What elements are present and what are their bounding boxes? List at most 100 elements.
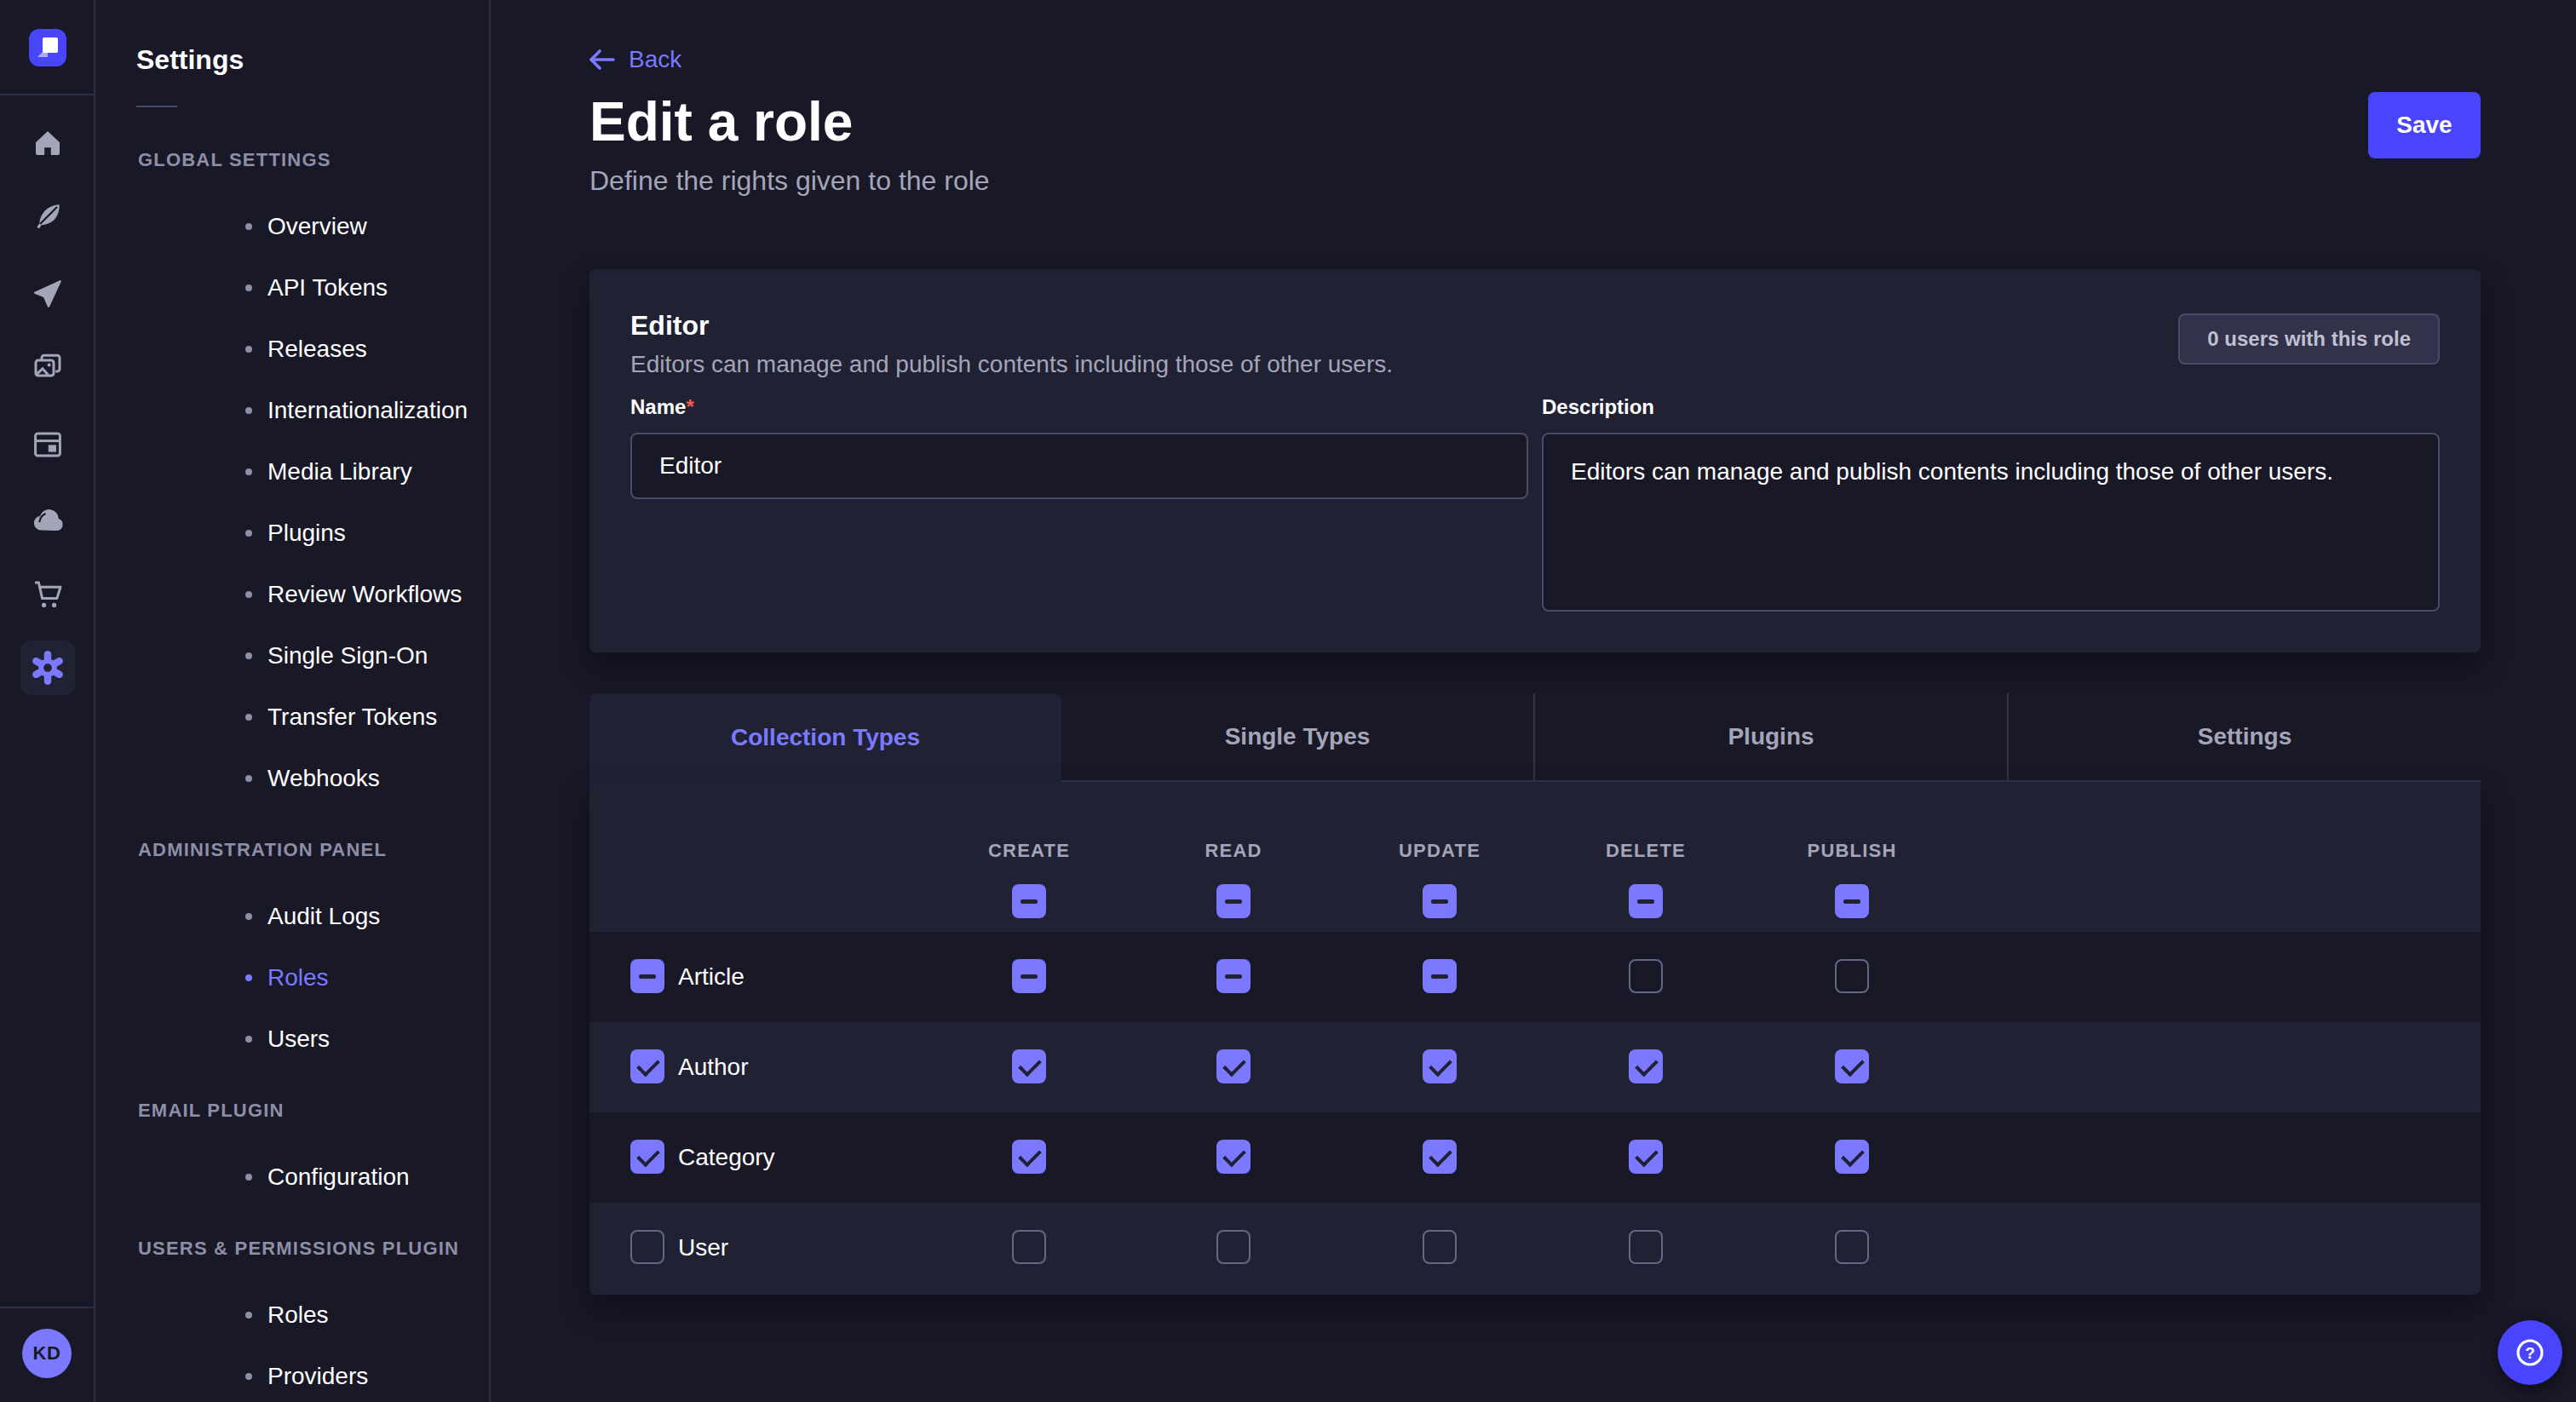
article-read-checkbox[interactable] [1216,959,1251,993]
nav-section-label: USERS & PERMISSIONS PLUGIN [138,1235,489,1262]
user-delete-checkbox[interactable] [1629,1230,1663,1264]
user-create-checkbox[interactable] [1012,1230,1046,1264]
cloud-icon[interactable] [20,492,75,547]
sidebar-item-api-tokens[interactable]: API Tokens [95,257,489,319]
sidebar-item-label: Internationalization [267,397,468,423]
permissions-section: Collection TypesSingle TypesPluginsSetti… [589,693,2481,1295]
sidebar-item-label: Roles [267,1301,329,1328]
tab-single-types[interactable]: Single Types [1061,693,1533,782]
description-textarea[interactable] [1542,433,2440,612]
settings-icon[interactable] [20,641,75,695]
bullet-icon [245,652,252,659]
sidebar-item-internationalization[interactable]: Internationalization [95,380,489,441]
sidebar-item-audit-logs[interactable]: Audit Logs [95,886,489,947]
page-title: Edit a role [589,90,853,153]
nav-section-label: ADMINISTRATION PANEL [138,836,489,864]
category-create-checkbox[interactable] [1012,1140,1046,1174]
category-publish-checkbox[interactable] [1835,1140,1869,1174]
article-create-checkbox[interactable] [1012,959,1046,993]
permission-row-user: User [589,1203,2481,1293]
permission-row-author: Author [589,1022,2481,1112]
bullet-icon [245,530,252,537]
author-publish-checkbox[interactable] [1835,1049,1869,1083]
tab-collection-types[interactable]: Collection Types [589,693,1061,782]
sidebar-item-transfer-tokens[interactable]: Transfer Tokens [95,687,489,748]
rail-logo-section [0,0,94,95]
category-update-checkbox[interactable] [1423,1140,1457,1174]
home-icon[interactable] [20,116,75,170]
author-create-checkbox[interactable] [1012,1049,1046,1083]
marketplace-icon[interactable] [20,567,75,622]
page-subtitle: Define the rights given to the role [589,165,990,197]
tab-plugins[interactable]: Plugins [1533,693,2007,782]
author-read-checkbox[interactable] [1216,1049,1251,1083]
content-manager-icon[interactable] [20,417,75,472]
sidebar-item-roles[interactable]: Roles [95,947,489,1008]
article-publish-checkbox[interactable] [1835,959,1869,993]
avatar[interactable]: KD [22,1329,72,1378]
bullet-icon [245,1373,252,1380]
user-read-checkbox[interactable] [1216,1230,1251,1264]
sidebar-item-webhooks[interactable]: Webhooks [95,748,489,809]
sidebar-item-providers[interactable]: Providers [95,1346,489,1402]
deploy-icon[interactable] [20,266,75,320]
sidebar-item-label: Releases [267,336,367,362]
sidebar-item-review-workflows[interactable]: Review Workflows [95,564,489,625]
sidebar-item-media-library[interactable]: Media Library [95,441,489,503]
sidebar-title-divider [136,106,177,107]
sidebar-item-label: Roles [267,964,329,991]
bullet-icon [245,223,252,230]
sidebar-item-label: Media Library [267,458,412,485]
sidebar-item-roles[interactable]: Roles [95,1284,489,1346]
name-input[interactable] [630,433,1528,499]
save-button[interactable]: Save [2368,92,2481,158]
author-row-checkbox[interactable] [630,1049,664,1083]
bullet-icon [245,1174,252,1181]
role-details-card: Editor Editors can manage and publish co… [589,269,2481,652]
back-label: Back [629,46,681,73]
role-description-text: Editors can manage and publish contents … [630,351,1393,378]
bullet-icon [245,913,252,920]
article-row-checkbox[interactable] [630,959,664,993]
category-read-checkbox[interactable] [1216,1140,1251,1174]
back-link[interactable]: Back [589,46,681,73]
author-delete-checkbox[interactable] [1629,1049,1663,1083]
column-header-delete: DELETE [1606,840,1686,862]
main-area: Back Edit a role Define the rights given… [492,0,2576,1402]
sidebar-item-configuration[interactable]: Configuration [95,1146,489,1208]
strapi-settings-page: KD Settings GLOBAL SETTINGSOverviewAPI T… [0,0,2576,1402]
sidebar-item-single-sign-on[interactable]: Single Sign-On [95,625,489,687]
column-header-publish: PUBLISH [1808,840,1897,862]
select-all-create-checkbox[interactable] [1012,884,1046,918]
sidebar-title: Settings [136,44,244,76]
tab-settings[interactable]: Settings [2007,693,2481,782]
column-header-update: UPDATE [1399,840,1481,862]
select-all-delete-checkbox[interactable] [1629,884,1663,918]
sidebar-item-plugins[interactable]: Plugins [95,503,489,564]
row-label: Author [678,1022,749,1112]
article-delete-checkbox[interactable] [1629,959,1663,993]
author-update-checkbox[interactable] [1423,1049,1457,1083]
strapi-logo[interactable] [29,29,66,66]
select-all-update-checkbox[interactable] [1423,884,1457,918]
user-publish-checkbox[interactable] [1835,1230,1869,1264]
media-library-icon[interactable] [20,339,75,394]
article-update-checkbox[interactable] [1423,959,1457,993]
select-all-publish-checkbox[interactable] [1835,884,1869,918]
user-update-checkbox[interactable] [1423,1230,1457,1264]
help-button[interactable]: ? [2498,1320,2562,1385]
category-row-checkbox[interactable] [630,1140,664,1174]
sidebar-item-label: Users [267,1026,330,1052]
name-label: Name* [630,395,1528,422]
users-with-role-badge[interactable]: 0 users with this role [2178,313,2440,365]
sidebar-item-label: Plugins [267,520,346,546]
sidebar-item-releases[interactable]: Releases [95,319,489,380]
content-builder-icon[interactable] [20,189,75,244]
description-label: Description [1542,395,2440,422]
row-label: Category [678,1112,775,1203]
user-row-checkbox[interactable] [630,1230,664,1264]
select-all-read-checkbox[interactable] [1216,884,1251,918]
category-delete-checkbox[interactable] [1629,1140,1663,1174]
sidebar-item-overview[interactable]: Overview [95,196,489,257]
sidebar-item-users[interactable]: Users [95,1008,489,1070]
